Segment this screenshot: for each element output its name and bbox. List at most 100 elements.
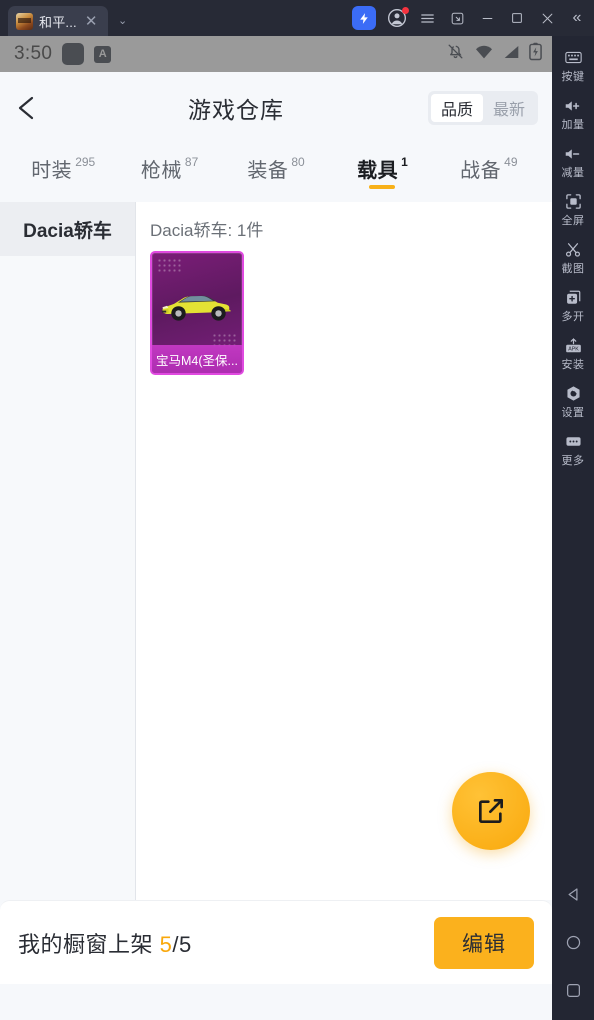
tab-count: 87 [184,155,199,169]
menu-icon[interactable] [412,0,442,36]
toolbar-label: 多开 [561,311,585,323]
toolbar-label: 截图 [561,263,585,275]
segment-latest[interactable]: 最新 [483,94,535,122]
item-content-panel: Dacia轿车: 1件 宝马M4(圣保... [136,202,552,900]
tab-label: 枪械 [140,160,182,182]
app-header: 游戏仓库 品质 最新 [0,72,552,144]
inventory-item-card[interactable]: 宝马M4(圣保... [150,251,244,375]
app-tab-label: 和平... [39,14,77,30]
showcase-total-count: 5 [179,931,192,957]
wifi-icon [474,44,494,65]
android-statusbar: 3:50 A [0,36,552,72]
share-external-button[interactable] [452,772,530,850]
phone-screen: 3:50 A 游戏仓库 品质 最新 时装 295 枪械 87 装备 80 载具 … [0,36,552,1020]
tab-fashion[interactable]: 时装 295 [10,150,116,183]
tab-strip: 和平... ✕ ⌄ [0,0,127,36]
segment-quality[interactable]: 品质 [430,94,483,122]
tab-label: 载具 [357,160,399,182]
more-icon [565,433,582,450]
apk-install-icon: APK [564,337,583,354]
showcase-label: 我的橱窗上架 [18,931,160,957]
inventory-body: Dacia轿车 Dacia轿车: 1件 宝马M4(圣保... [0,202,552,900]
volume-up-icon [564,97,583,114]
tab-label: 时装 [31,160,73,182]
battery-charging-icon [529,42,542,66]
input-method-icon: A [94,45,112,63]
toolbar-item-volume-up[interactable]: 加量 [552,90,594,138]
tab-label: 战备 [460,160,502,182]
emulator-window: 和平... ✕ ⌄ « 3:50 A 游戏仓库 品质 最新 时装 295 枪械 … [0,0,594,1020]
toolbar-label: 安装 [561,359,585,371]
toolbar-item-volume-down[interactable]: 减量 [552,138,594,186]
volume-down-icon [564,145,583,162]
sort-segmented-control: 品质 最新 [427,91,538,125]
toolbar-label: 按键 [561,71,585,83]
showcase-separator: / [172,931,179,957]
recents-square-icon[interactable] [565,982,582,1004]
status-notification-chip [62,43,85,65]
emulator-toolbar: 按键 加量 减量 全屏 截图 多开 APK 安装 设置 更多 [552,36,594,1020]
category-tabbar: 时装 295 枪械 87 装备 80 载具 1 战备 49 [0,144,552,202]
active-tab-indicator [369,185,396,189]
status-time: 3:50 [14,43,53,64]
toolbar-item-keymapping[interactable]: 按键 [552,42,594,90]
window-actions: « [346,0,594,36]
bell-off-icon [446,42,465,66]
android-nav-buttons [565,886,582,1020]
toolbar-label: 加量 [561,119,585,131]
toolbar-item-install-apk[interactable]: APK 安装 [552,330,594,378]
restore-icon[interactable] [442,0,472,36]
toolbar-item-fullscreen[interactable]: 全屏 [552,186,594,234]
bottom-action-bar: 我的橱窗上架 5/5 编辑 [0,900,552,984]
sidebar-item-dacia-sedan[interactable]: Dacia轿车 [0,202,135,256]
account-icon[interactable] [382,0,412,36]
category-sidebar: Dacia轿车 [0,202,136,900]
edit-button[interactable]: 编辑 [434,916,534,969]
tab-count: 49 [504,155,518,169]
settings-icon [565,385,582,402]
tab-vehicles[interactable]: 载具 1 [329,150,435,189]
toolbar-item-settings[interactable]: 设置 [552,378,594,426]
minimize-icon[interactable] [472,0,502,36]
page-title: 游戏仓库 [187,97,284,123]
toolbar-label: 更多 [561,455,585,467]
tab-count: 295 [75,155,96,169]
tab-battle-gear[interactable]: 战备 49 [436,150,542,183]
toolbar-item-more[interactable]: 更多 [552,426,594,474]
item-grid: 宝马M4(圣保... [150,251,552,375]
toolbar-item-screenshot[interactable]: 截图 [552,234,594,282]
boost-icon[interactable] [352,6,376,30]
toolbar-item-multi-instance[interactable]: 多开 [552,282,594,330]
tab-equipment[interactable]: 装备 80 [223,150,329,183]
group-title: Dacia轿车: 1件 [150,221,264,240]
toolbar-label: 设置 [561,407,585,419]
showcase-status-text: 我的橱窗上架 5/5 [18,927,192,959]
status-icons [446,42,542,66]
maximize-icon[interactable] [502,0,532,36]
showcase-current-count: 5 [159,931,173,957]
close-icon[interactable] [532,0,562,36]
tab-close-icon[interactable]: ✕ [83,14,100,29]
notification-dot [402,7,409,14]
app-icon [16,12,33,30]
signal-icon [503,44,520,65]
window-titlebar: 和平... ✕ ⌄ « [0,0,594,36]
tab-count: 1 [401,155,408,169]
collapse-sidebar-icon[interactable]: « [562,0,592,36]
tab-label: 装备 [247,160,289,182]
back-triangle-icon[interactable] [565,886,582,908]
home-circle-icon[interactable] [565,934,582,956]
chevron-down-icon[interactable]: ⌄ [118,14,127,27]
app-tab[interactable]: 和平... ✕ [8,6,108,36]
scissors-icon [565,241,581,258]
toolbar-label: 减量 [561,167,585,179]
item-image-bmw-m4 [152,275,242,333]
svg-text:APK: APK [568,346,579,352]
sidebar-empty-space [0,256,135,900]
tab-firearms[interactable]: 枪械 87 [116,150,222,183]
tab-count: 80 [291,155,305,169]
toolbar-label: 全屏 [561,215,585,227]
card-decor-dots [157,258,181,272]
item-name-label: 宝马M4(圣保... [152,345,242,373]
keyboard-icon [564,49,582,66]
